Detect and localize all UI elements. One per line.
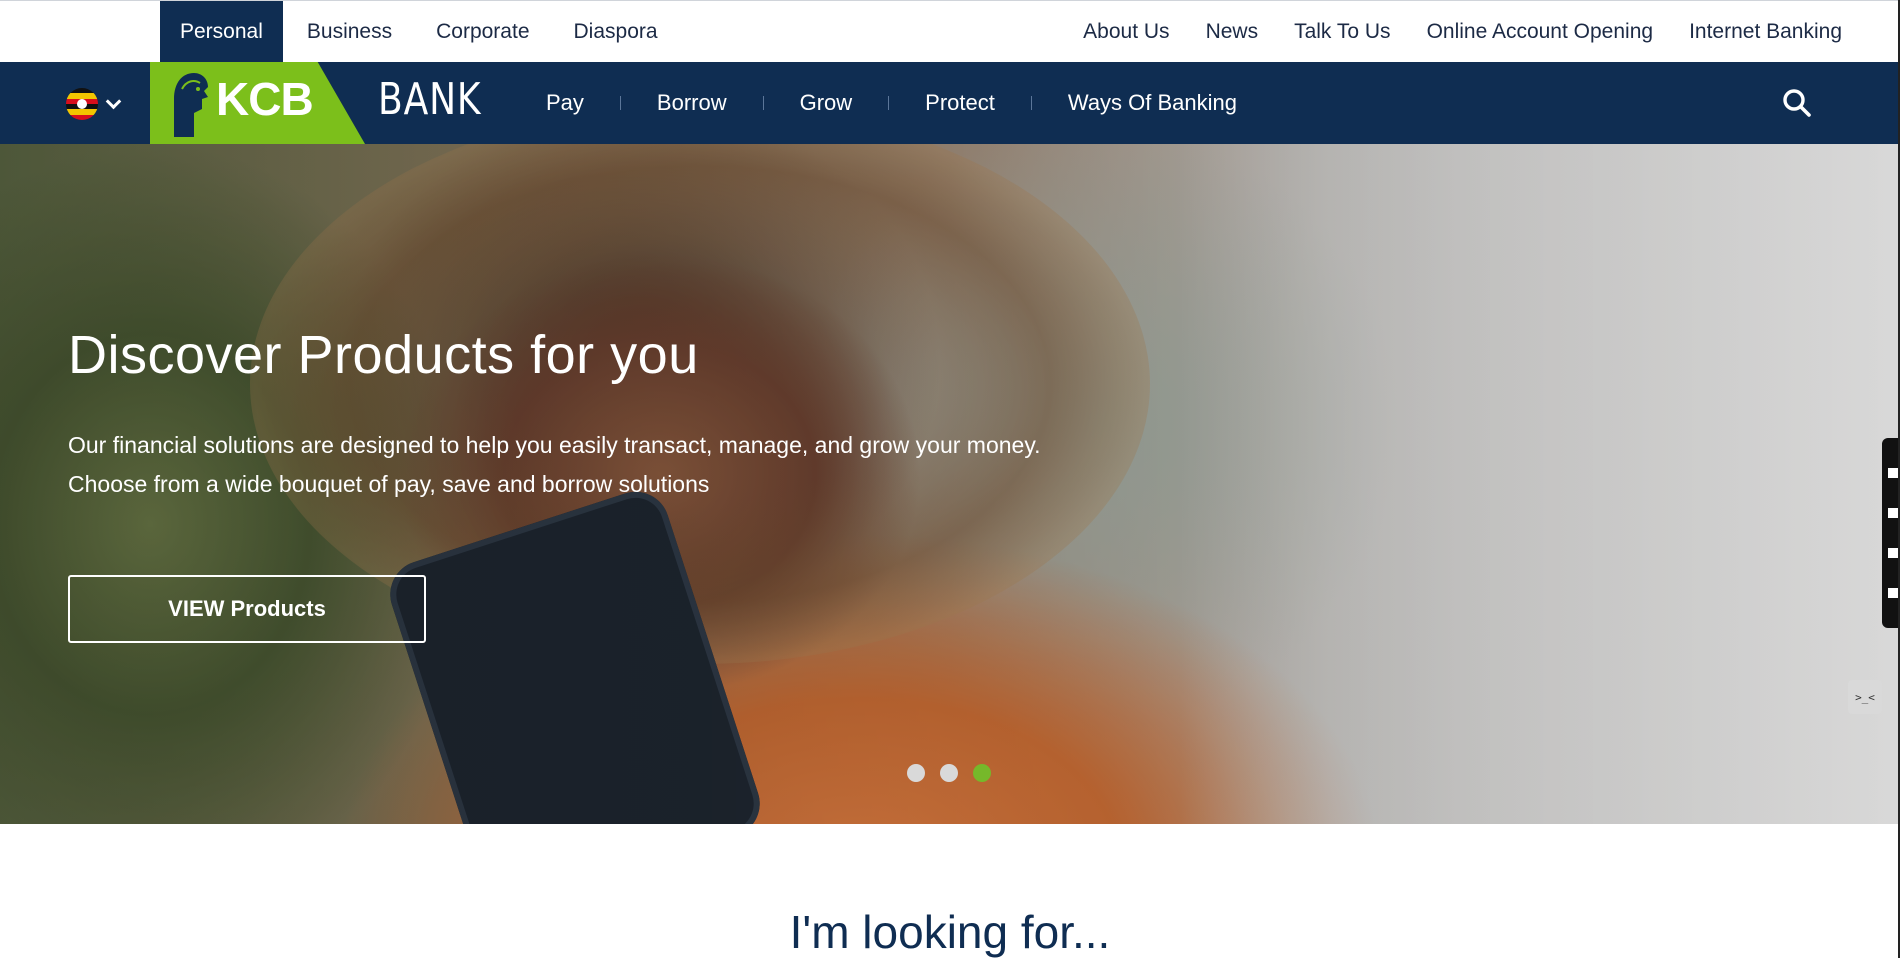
uganda-flag-icon (66, 88, 98, 120)
devtools-toggle-tab[interactable]: >_< (1848, 680, 1882, 714)
nav-pay[interactable]: Pay (528, 90, 602, 116)
top-segment-bar: Personal Business Corporate Diaspora Abo… (0, 0, 1900, 63)
carousel-dots (907, 764, 1006, 782)
logo-kcb-text: KCB (216, 73, 314, 125)
camera-icon[interactable] (1888, 468, 1898, 478)
carousel-dot-1[interactable] (907, 764, 925, 782)
nav-divider (762, 96, 764, 110)
primary-nav: Pay Borrow Grow Protect Ways Of Banking (528, 62, 1255, 144)
nav-grow[interactable]: Grow (782, 90, 871, 116)
hero-description: Our financial solutions are designed to … (68, 432, 1041, 497)
tab-corporate[interactable]: Corporate (416, 1, 549, 63)
nav-protect[interactable]: Protect (907, 90, 1013, 116)
chevron-down-icon (105, 93, 122, 109)
search-icon[interactable] (1782, 88, 1812, 118)
nav-divider (888, 96, 890, 110)
about-us-link[interactable]: About Us (1083, 20, 1169, 44)
section-heading: I'm looking for... (789, 906, 1111, 958)
tab-business[interactable]: Business (287, 1, 412, 63)
country-selector[interactable] (66, 88, 122, 120)
nav-ways-of-banking[interactable]: Ways Of Banking (1050, 90, 1255, 116)
square-icon[interactable] (1888, 508, 1898, 518)
kcb-bank-logo[interactable]: KCB BANK (150, 62, 490, 144)
hero-title: Discover Products for you (68, 325, 699, 385)
tab-personal[interactable]: Personal (160, 1, 283, 63)
nav-divider (619, 96, 621, 110)
tab-diaspora[interactable]: Diaspora (554, 1, 678, 63)
lion-icon (174, 73, 208, 137)
internet-banking-link[interactable]: Internet Banking (1689, 20, 1842, 44)
nav-borrow[interactable]: Borrow (639, 90, 745, 116)
online-account-opening-link[interactable]: Online Account Opening (1427, 20, 1654, 44)
logo-bank-text: BANK (378, 74, 482, 125)
view-products-button[interactable]: VIEW Products (68, 575, 426, 643)
copy-icon[interactable] (1888, 548, 1898, 558)
utility-links: About Us News Talk To Us Online Account … (1047, 1, 1842, 63)
main-navigation: KCB BANK Pay Borrow Grow Protect Ways Of… (0, 62, 1900, 144)
talk-to-us-link[interactable]: Talk To Us (1294, 20, 1390, 44)
carousel-dot-3[interactable] (973, 764, 991, 782)
gear-icon[interactable] (1888, 588, 1898, 598)
hero-carousel: Discover Products for you Our financial … (0, 144, 1900, 824)
news-link[interactable]: News (1206, 20, 1259, 44)
nav-divider (1030, 96, 1032, 110)
segment-tabs: Personal Business Corporate Diaspora (160, 1, 682, 63)
carousel-dot-2[interactable] (940, 764, 958, 782)
